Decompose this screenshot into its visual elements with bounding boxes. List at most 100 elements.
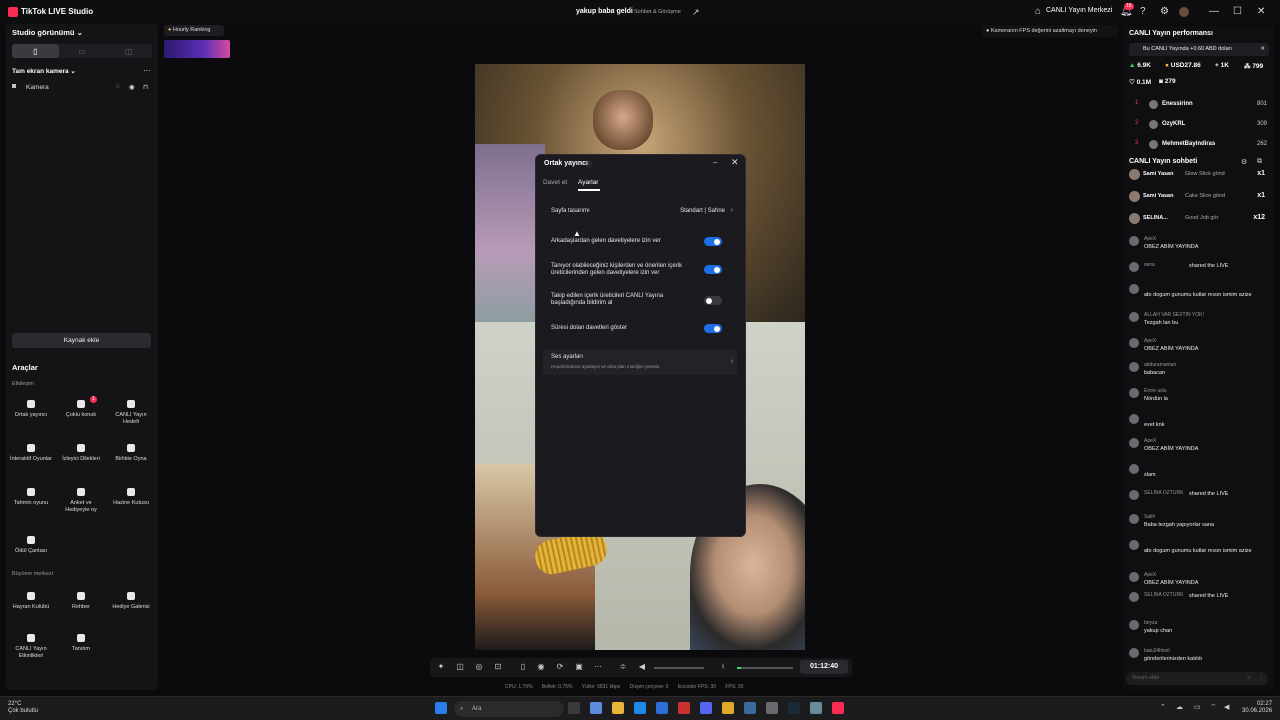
volume-slider[interactable] (654, 667, 704, 669)
scene-dropdown[interactable]: Tam ekran kamera ⌄ (12, 67, 76, 75)
chat-username[interactable]: ApeX (1144, 572, 1156, 579)
camera-icon[interactable]: ▣ (574, 662, 584, 672)
tiktok-live-studio-icon[interactable] (832, 702, 844, 714)
chat-username[interactable]: beyza (1144, 620, 1157, 627)
tool-live-goal[interactable]: CANLI Yayın Hedefi (109, 396, 153, 434)
tab-settings[interactable]: Ayarlar (578, 179, 598, 186)
eye-icon[interactable]: ◉ (129, 83, 135, 91)
discord-icon[interactable] (700, 702, 712, 714)
speaker-icon[interactable]: ◀ (637, 662, 647, 672)
edge-icon[interactable] (634, 702, 646, 714)
tool-multi-guest[interactable]: Çoklu konuk 1 (59, 396, 103, 434)
tool-live-events[interactable]: CANLI Yayın Etkinlikleri (9, 630, 53, 668)
clock[interactable]: 02:27 30.06.2026 (1242, 701, 1272, 715)
gear-icon[interactable]: ⚙ (1160, 6, 1169, 18)
record-icon[interactable]: ◉ (536, 662, 546, 672)
close-icon[interactable]: ✕ (731, 157, 739, 168)
taskbar-search[interactable]: ⌕ Ara (454, 701, 564, 717)
settings-icon[interactable]: ⚙ (1241, 158, 1247, 166)
beauty-icon[interactable]: ◎ (474, 662, 484, 672)
ranking-row[interactable]: 2 OzyKRL 309 (1129, 120, 1269, 132)
chat-username[interactable]: abduramantan (1144, 362, 1176, 369)
hourly-ranking[interactable]: ● Hourly Ranking (164, 25, 224, 36)
home-icon[interactable]: ⌂ (1035, 6, 1041, 18)
tool-gift-gallery[interactable]: Hediye Galerisi (109, 588, 153, 626)
replay-icon[interactable]: ⟳ (555, 662, 565, 672)
sound-settings-row[interactable]: Ses ayarları Hoparlörünüzü ayarlayın ve … (543, 349, 737, 375)
tool-co-host[interactable]: Ortak yayıncı (9, 396, 53, 434)
chat-username[interactable]: ApeX (1144, 438, 1156, 445)
chat-username[interactable]: SELINA OZTURK (1144, 592, 1183, 599)
send-icon[interactable]: ↑ (1260, 672, 1263, 685)
ranking-row[interactable]: 1 Enessirinn 801 (1129, 100, 1269, 112)
windows-start-icon[interactable] (435, 702, 447, 714)
app-gray-icon[interactable] (766, 702, 778, 714)
store-icon[interactable] (656, 702, 668, 714)
more-icon[interactable]: ⋯ (593, 662, 603, 672)
volume-icon[interactable]: ◀ (1224, 703, 1229, 711)
add-source-button[interactable]: Kaynak ekle (12, 333, 151, 348)
mic-level-slider[interactable] (737, 667, 793, 669)
avatar[interactable] (1179, 7, 1189, 17)
chat-username[interactable]: ApeX (1144, 338, 1156, 345)
filter-icon[interactable]: ◫ (455, 662, 465, 672)
widget-app-icon[interactable] (590, 702, 602, 714)
chat-username[interactable]: Salih (1144, 514, 1155, 521)
tool-viewer-wishes[interactable]: İzleyici Dilekleri (59, 440, 103, 478)
tool-treasure[interactable]: Hazine Kutusu (109, 484, 153, 522)
chat-username[interactable]: ApeX (1144, 236, 1156, 243)
settings-icon[interactable]: ◌ (116, 83, 120, 90)
app-blue-icon[interactable] (744, 702, 756, 714)
share-icon[interactable]: ↗ (692, 7, 700, 18)
tool-play-together[interactable]: Birlikte Oyna (109, 440, 153, 478)
tool-guide[interactable]: Rehber (59, 588, 103, 626)
ranking-banner-image[interactable] (164, 40, 230, 58)
screenshot-icon[interactable]: ⊡ (493, 662, 503, 672)
tool-prediction[interactable]: Tahmin oyunu (9, 484, 53, 522)
more-icon[interactable]: ⋯ (143, 66, 151, 75)
layout-row[interactable]: Sayfa tasarımı Standart | Sahne › (543, 201, 737, 221)
tool-poll[interactable]: Anket ve Hediyeyle oy (59, 484, 103, 522)
minimize-icon[interactable]: – (713, 158, 717, 167)
tool-fan-club[interactable]: Hayran Kulübü (9, 588, 53, 626)
toggle-friends-invites[interactable] (704, 237, 722, 246)
split-view-icon[interactable]: ◫ (105, 44, 152, 58)
wifi-icon[interactable]: ⌔ (1210, 703, 1217, 712)
tray-chevron-icon[interactable]: ⌃ (1160, 703, 1166, 711)
chat-username[interactable]: Emre uslu (1144, 388, 1167, 395)
minimize-icon[interactable]: — (1209, 6, 1219, 18)
steam-icon[interactable] (788, 702, 800, 714)
help-icon[interactable]: ? (1140, 6, 1146, 18)
source-camera-row[interactable]: ◙ Kamera ◌ ◉ ⊓ (12, 83, 152, 95)
chat-username[interactable]: sena (1144, 262, 1155, 269)
fps-notice[interactable]: ● Kameranın FPS değerini azaltmayı deney… (982, 25, 1118, 37)
phone-icon[interactable]: ▯ (518, 662, 528, 672)
toggle-followed-notify[interactable] (704, 296, 722, 305)
toggle-suggested-invites[interactable] (704, 265, 722, 274)
ranking-row[interactable]: 3 MehmetBayindiras 262 (1129, 140, 1269, 152)
tray-cloud-icon[interactable]: ☁ (1176, 703, 1183, 711)
landscape-view-icon[interactable]: ▭ (59, 44, 106, 58)
app-teal-icon[interactable] (810, 702, 822, 714)
weather-widget[interactable]: 22°C Çok bulutlu (8, 701, 38, 715)
help-circle-icon[interactable]: ⓘ (586, 160, 592, 169)
studio-view-dropdown[interactable]: Studio görünümü ⌄ (12, 28, 83, 37)
chat-username[interactable]: ALLAH VAR SEXTİN YOK! (1144, 312, 1204, 319)
comment-input[interactable]: Yorum ekle ☺ ↑ (1126, 672, 1268, 685)
emoji-icon[interactable]: ☺ (1246, 672, 1252, 685)
task-view-icon[interactable] (568, 702, 580, 714)
tool-reward-bag[interactable]: Ödül Çantası (9, 532, 53, 570)
maximize-icon[interactable]: ☐ (1233, 6, 1242, 18)
chat-username[interactable]: batu34hisel (1144, 648, 1170, 655)
tray-display-icon[interactable]: ▭ (1194, 703, 1201, 711)
app-red-icon[interactable] (678, 702, 690, 714)
tab-invite[interactable]: Davet et (543, 179, 567, 186)
mixer-icon[interactable]: ≑ (618, 662, 628, 672)
file-explorer-icon[interactable] (612, 702, 624, 714)
chrome-icon[interactable] (722, 702, 734, 714)
live-center-link[interactable]: CANLI Yayın Merkezi (1046, 7, 1112, 14)
tool-promote[interactable]: Tanıtım (59, 630, 103, 668)
close-icon[interactable]: ✕ (1257, 6, 1265, 18)
toggle-show-expired[interactable] (704, 324, 722, 333)
microphone-icon[interactable]: ♮ (718, 662, 728, 672)
